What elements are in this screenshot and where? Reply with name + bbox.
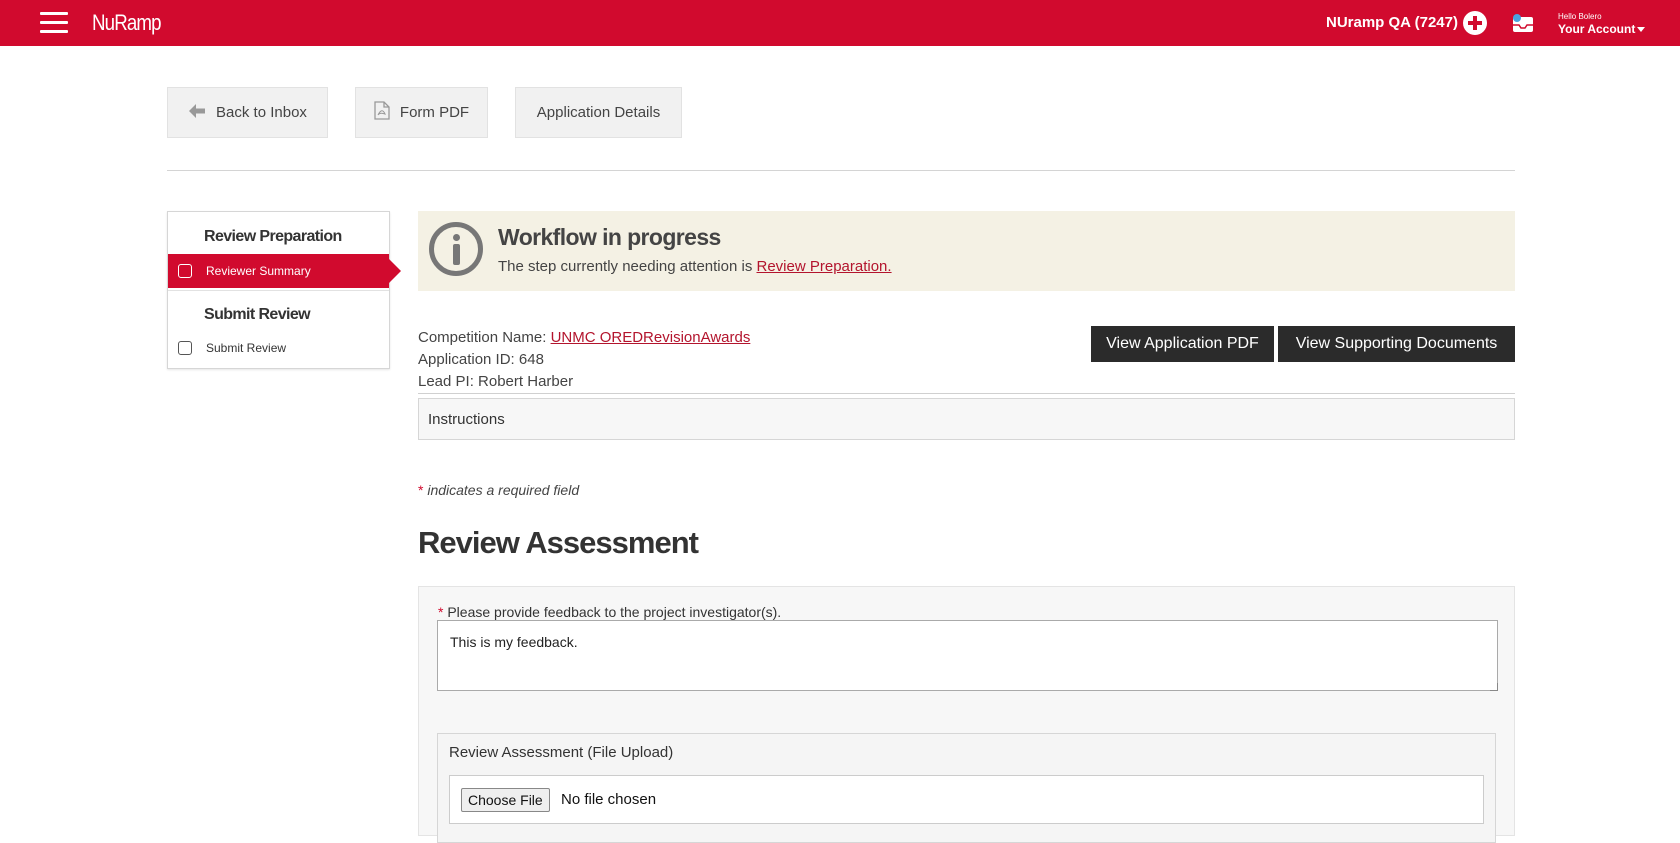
form-pdf-button[interactable]: Form PDF <box>355 87 488 138</box>
competition-name: Competition Name: UNMC OREDRevisionAward… <box>418 329 750 346</box>
no-file-text: No file chosen <box>561 791 657 808</box>
application-details-button[interactable]: Application Details <box>515 87 682 138</box>
back-to-inbox-button[interactable]: Back to Inbox <box>167 87 328 138</box>
account-menu[interactable]: Hello Bolero Your Account <box>1558 12 1646 36</box>
competition-label: Competition Name: <box>418 329 551 346</box>
competition-link[interactable]: UNMC OREDRevisionAwards <box>551 329 751 346</box>
alert-text: The step currently needing attention is … <box>498 258 892 275</box>
divider <box>168 290 389 291</box>
feedback-label: * Please provide feedback to the project… <box>438 604 781 620</box>
caret-down-icon <box>1637 27 1646 33</box>
required-star: * <box>438 604 444 620</box>
sidebar-item-label: Reviewer Summary <box>206 264 311 278</box>
alert-message: The step currently needing attention is <box>498 258 757 275</box>
inbox-icon[interactable] <box>1512 13 1534 33</box>
feedback-textarea[interactable]: This is my feedback. <box>437 620 1498 691</box>
logo[interactable]: NuRamp <box>92 10 162 36</box>
workflow-sidebar: Review Preparation Reviewer Summary Subm… <box>167 211 401 369</box>
checkbox[interactable] <box>178 341 192 355</box>
checkbox[interactable] <box>178 264 192 278</box>
account-label: Your Account <box>1558 22 1636 36</box>
feedback-label-text: Please provide feedback to the project i… <box>447 604 782 620</box>
lead-pi: Lead PI: Robert Harber <box>418 373 574 390</box>
view-application-pdf-button[interactable]: View Application PDF <box>1091 326 1274 362</box>
section-heading: Review Assessment <box>418 525 699 560</box>
divider <box>418 393 1515 394</box>
resize-handle-icon[interactable] <box>1490 683 1498 691</box>
plus-circle-icon[interactable] <box>1463 11 1487 35</box>
greeting: Hello Bolero <box>1558 12 1602 21</box>
sidebar-item-reviewer-summary[interactable]: Reviewer Summary <box>168 254 401 288</box>
back-to-inbox-label: Back to Inbox <box>216 104 307 121</box>
workflow-alert: Workflow in progress The step currently … <box>418 211 1515 291</box>
arrow-left-icon <box>188 103 206 123</box>
choose-file-button[interactable]: Choose File <box>461 788 550 812</box>
info-icon <box>429 222 483 276</box>
review-preparation-link[interactable]: Review Preparation. <box>757 258 892 275</box>
file-upload-section: Review Assessment (File Upload) Choose F… <box>437 733 1496 843</box>
hamburger-icon[interactable] <box>40 12 68 33</box>
form-pdf-label: Form PDF <box>399 104 470 121</box>
view-supporting-documents-button[interactable]: View Supporting Documents <box>1278 326 1515 362</box>
instructions-panel[interactable]: Instructions <box>418 398 1515 440</box>
organization-name: NUramp QA (7247) <box>1326 14 1458 31</box>
top-bar: NuRamp NUramp QA (7247) Hello Bolero You… <box>0 0 1680 46</box>
application-details-label: Application Details <box>536 104 661 121</box>
instructions-label: Instructions <box>428 410 505 428</box>
sidebar-item-submit-review[interactable]: Submit Review <box>168 331 389 365</box>
review-form-panel: * Please provide feedback to the project… <box>418 586 1515 843</box>
sidebar-item-label: Submit Review <box>206 341 287 355</box>
divider <box>167 170 1515 171</box>
required-note-text: indicates a required field <box>423 482 580 498</box>
sidebar-section-review-preparation: Review Preparation <box>204 228 342 245</box>
alert-title: Workflow in progress <box>498 224 721 250</box>
pdf-file-icon <box>374 101 390 124</box>
required-field-note: * indicates a required field <box>418 482 579 498</box>
sidebar-section-submit-review: Submit Review <box>204 306 311 323</box>
application-id: Application ID: 648 <box>418 351 544 368</box>
file-input[interactable]: Choose File No file chosen <box>449 775 1484 824</box>
upload-label: Review Assessment (File Upload) <box>449 744 674 761</box>
